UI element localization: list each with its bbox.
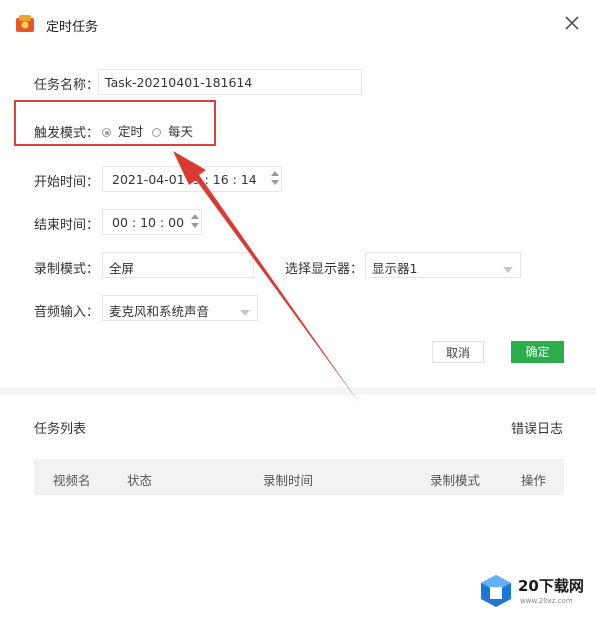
end-time-label: 结束时间： [34, 218, 100, 233]
start-time-field[interactable]: 2021-04-01 9 : 16 : 14 [102, 166, 282, 192]
task-table-header: 视频名 状态 录制时间 录制模式 操作 [34, 459, 564, 495]
title-bar: 定时任务 [0, 0, 596, 48]
watermark-text: 20下载网 [518, 577, 584, 595]
start-time: 9 : 16 : 14 [192, 172, 257, 187]
trigger-option-label: 定时 [117, 124, 143, 139]
audio-input-select[interactable]: 麦克风和系统声音 [102, 295, 258, 321]
end-time-spinner[interactable] [190, 211, 200, 231]
display-select[interactable]: 显示器1 [365, 252, 521, 278]
task-name-input[interactable]: Task-20210401-181614 [98, 69, 362, 95]
task-list-title: 任务列表 [34, 422, 87, 437]
start-time-label: 开始时间： [34, 175, 100, 190]
column-header: 视频名 [53, 473, 91, 488]
trigger-option-label: 每天 [167, 124, 193, 139]
watermark-subtext: www.20xz.com [520, 597, 573, 605]
chevron-down-icon[interactable] [240, 305, 250, 316]
radio-unchecked-icon[interactable] [152, 128, 161, 137]
start-date: 2021-04-01 [112, 172, 185, 187]
audio-input-label: 音频输入： [34, 305, 100, 320]
trigger-option-timed[interactable]: 定时 [102, 121, 143, 140]
record-mode-select[interactable]: 全屏 [102, 252, 254, 278]
chevron-down-icon[interactable] [503, 262, 513, 273]
column-header: 操作 [521, 473, 547, 488]
trigger-mode-label: 触发模式： [34, 126, 100, 141]
column-header: 状态 [127, 473, 153, 488]
close-icon[interactable] [562, 13, 582, 33]
window-title: 定时任务 [46, 20, 99, 35]
task-name-label: 任务名称： [34, 78, 100, 93]
watermark-logo: 20下载网 www.20xz.com [478, 571, 596, 611]
cancel-button[interactable]: 取消 [432, 341, 484, 363]
record-mode-label: 录制模式： [34, 262, 100, 277]
display-label: 选择显示器： [285, 262, 364, 277]
audio-input-value: 麦克风和系统声音 [109, 304, 210, 319]
column-header: 录制模式 [430, 473, 481, 488]
radio-checked-icon[interactable] [102, 128, 111, 137]
record-mode-value: 全屏 [109, 261, 135, 276]
display-value: 显示器1 [372, 261, 418, 276]
app-icon [14, 12, 36, 34]
section-divider [0, 387, 596, 395]
end-time-field[interactable]: 00 : 10 : 00 [102, 209, 202, 235]
ok-button[interactable]: 确定 [511, 341, 564, 363]
column-header: 录制时间 [263, 473, 314, 488]
trigger-option-daily[interactable]: 每天 [152, 121, 193, 140]
start-time-spinner[interactable] [270, 168, 280, 188]
error-log-link[interactable]: 错误日志 [511, 418, 563, 437]
cube-icon [481, 575, 511, 607]
